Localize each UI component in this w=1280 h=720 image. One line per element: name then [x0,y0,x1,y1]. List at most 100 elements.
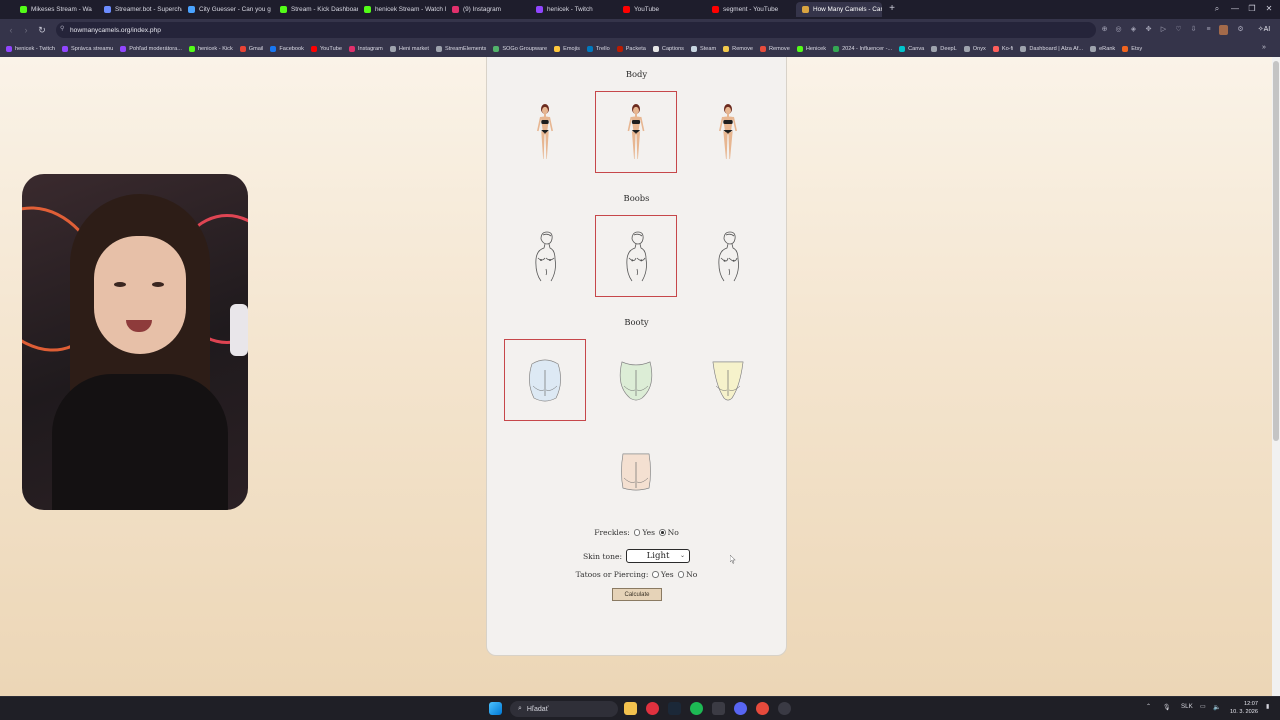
browser-tab[interactable]: henicek - Twitch [530,2,617,17]
menu-icon[interactable]: ≡ [1204,25,1213,35]
bookmark-item[interactable]: Trello [586,46,610,52]
shield-icon[interactable]: ◈ [1129,25,1138,35]
boobs-option-medium[interactable] [595,215,677,297]
bookmark-item[interactable]: Steam [690,46,716,52]
discord-icon[interactable] [734,702,747,715]
booty-option-round[interactable] [504,339,586,421]
booty-option-square[interactable] [595,431,677,513]
bookmark-item[interactable]: YouTube [310,46,342,52]
booty-option-triangle[interactable] [687,339,769,421]
bookmark-item[interactable]: SOGo Groupware [493,46,547,52]
bookmark-item[interactable]: Ko-fi [992,46,1013,52]
tray-chevron-icon[interactable]: ⌃ [1146,703,1151,710]
bookmark-item[interactable]: Etsy [1122,46,1142,52]
favorite-icon[interactable]: ♡ [1174,25,1183,35]
language-indicator[interactable]: SLK [1181,703,1193,710]
bookmark-item[interactable]: Instagram [348,46,383,52]
file-explorer-icon[interactable] [624,702,637,715]
freckles-yes-radio[interactable]: Yes [633,528,655,537]
browser-tab[interactable]: (9) Instagram [446,2,530,17]
body-option-slim[interactable] [504,91,586,173]
bookmark-item[interactable]: Captions [652,46,684,52]
tab-search-button[interactable]: ⌕ [1210,3,1224,15]
tattoos-no-radio[interactable]: No [677,570,697,579]
body-option-average[interactable] [595,91,677,173]
tattoos-yes-radio[interactable]: Yes [652,570,674,579]
calculator-icon[interactable] [712,702,725,715]
freckles-no-radio[interactable]: No [659,528,679,537]
taskbar-search[interactable]: ⌕ Hľadať [510,701,618,717]
scrollbar-thumb[interactable] [1273,61,1279,441]
tab-label: henicek Stream - Watch l [375,6,446,13]
body-option-curvy[interactable] [687,91,769,173]
notifications-icon[interactable]: ▮ [1266,703,1269,710]
page-scrollbar[interactable] [1272,57,1280,696]
tray-mic-icon[interactable]: 🎙 [1163,703,1171,711]
bookmark-item[interactable]: Pohľad moderátora... [120,46,182,52]
bookmark-item[interactable]: Dashboard | Alza Af... [1020,46,1083,52]
bookmark-item[interactable]: Henicek [796,46,826,52]
tab-favicon-icon [802,6,809,13]
install-app-icon[interactable]: ⊕ [1100,25,1109,35]
bookmark-item[interactable]: Onyx [963,46,986,52]
bookmark-label: Gmail [248,46,264,52]
network-icon[interactable]: ▭ [1200,703,1206,710]
restore-button[interactable]: ❐ [1245,3,1259,15]
boobs-option-large[interactable] [687,215,769,297]
bookmark-item[interactable]: Remove [723,46,753,52]
volume-icon[interactable]: 🔈 [1213,703,1221,711]
calculate-button[interactable]: Calculate [612,588,662,601]
spotify-icon[interactable] [690,702,703,715]
boobs-option-small[interactable] [504,215,586,297]
opera-icon[interactable] [646,702,659,715]
back-icon[interactable]: ‹ [5,24,17,36]
bookmark-item[interactable]: Heni market [389,46,429,52]
bookmark-item[interactable]: henicek - Twitch [6,46,55,52]
forward-icon[interactable]: › [20,24,32,36]
skin-tone-select[interactable]: Light ⌄ [626,549,691,563]
bookmark-item[interactable]: Packeta [616,46,646,52]
bookmarks-more-icon[interactable]: » [1262,44,1268,51]
browser-tab[interactable]: City Guesser - Can you g [182,2,274,17]
settings-icon[interactable]: ⚙ [1236,25,1245,35]
address-bar[interactable]: ⚲ howmanycamels.org/index.php [56,22,1096,38]
browser-tab[interactable]: Stream - Kick Dashboard [274,2,358,17]
bookmark-item[interactable]: StreamElements [435,46,486,52]
download-icon[interactable]: ⇩ [1189,25,1198,35]
start-icon[interactable] [489,702,502,715]
ai-assistant-icon[interactable]: ✧AI [1252,25,1276,35]
extensions-icon[interactable]: ✥ [1144,25,1153,35]
bookmark-item[interactable]: Facebook [270,46,304,52]
close-window-button[interactable]: ✕ [1262,3,1276,15]
bookmark-item[interactable]: 2024 - Influencer -... [833,46,892,52]
screenshot-icon[interactable]: ◎ [1114,25,1123,35]
tab-favicon-icon [452,6,459,13]
browser-tab[interactable]: segment - YouTube [706,2,796,17]
reload-icon[interactable]: ↻ [36,24,48,36]
bookmark-item[interactable]: Gmail [239,46,264,52]
chrome-icon[interactable] [756,702,769,715]
profile-avatar[interactable] [1219,25,1228,35]
bookmark-favicon-icon [690,46,697,52]
bookmark-item[interactable]: Správca streamu [62,46,113,52]
bookmark-item[interactable]: henicek - Kick [188,46,233,52]
bookmark-item[interactable]: Emojis [554,46,580,52]
steam-icon[interactable] [668,702,681,715]
bookmark-item[interactable]: Remove [760,46,790,52]
play-icon[interactable]: ▷ [1159,25,1168,35]
browser-tab[interactable]: henicek Stream - Watch l [358,2,446,17]
browser-tab[interactable]: Streamer.bot - Superchar [98,2,182,17]
bookmark-item[interactable]: Canva [899,46,924,52]
browser-tab[interactable]: How Many Camels - Cam [796,2,882,17]
taskbar-clock[interactable]: 12:07 10. 3. 2026 [1230,700,1258,716]
bookmark-label: Facebook [279,46,304,52]
bookmark-item[interactable]: eRank [1090,46,1115,52]
obs-icon[interactable] [778,702,791,715]
browser-tab[interactable]: YouTube [617,2,706,17]
booty-option-heart[interactable] [595,339,677,421]
browser-tab[interactable]: Mikeses Stream - Wa [14,2,98,17]
bookmark-item[interactable]: DeepL [931,46,957,52]
minimize-button[interactable]: — [1228,3,1242,15]
new-tab-button[interactable]: + [886,3,898,15]
site-info-icon[interactable]: ⚲ [60,25,64,32]
